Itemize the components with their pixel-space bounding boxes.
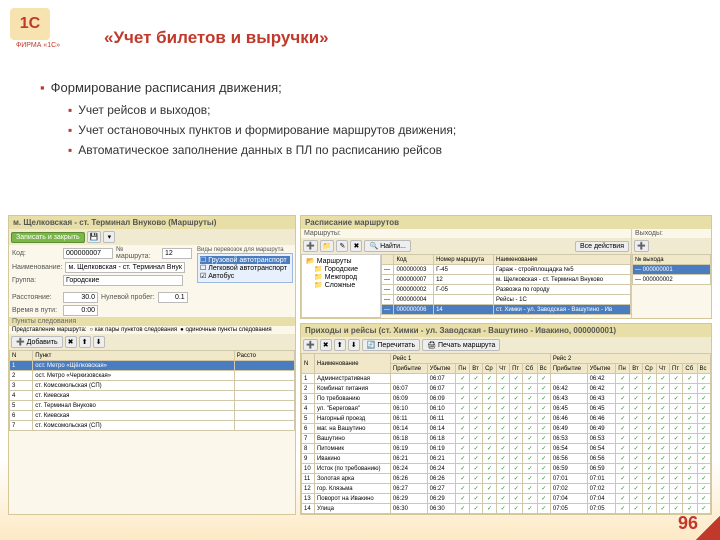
routes-table[interactable]: КодНомер маршрутаНаименование —000000003… — [381, 254, 631, 315]
edit-icon[interactable]: ✎ — [336, 240, 348, 252]
page-title: «Учет билетов и выручки» — [104, 28, 329, 48]
table-row[interactable]: 2ост. Метро «Черкизовская» — [10, 371, 295, 381]
table-row[interactable]: 11Золотая арка06:2606:26✓✓✓✓✓✓✓07:0107:0… — [302, 474, 711, 484]
table-row[interactable]: 3ст. Комсомольская (СП) — [10, 381, 295, 391]
exits-panel: Выходы: ➕ № выхода — 000000001— 00000000… — [631, 229, 711, 318]
table-row[interactable]: —000000002Г-05Развозка по городу — [382, 285, 631, 295]
route-tree[interactable]: 📂Маршруты 📁Городские📁Межгород📁Сложные — [301, 254, 381, 318]
add-button[interactable]: ➕ Добавить — [11, 336, 63, 348]
down-trip-icon[interactable]: ⬇ — [348, 339, 360, 351]
add-exit-icon[interactable]: ➕ — [634, 240, 649, 252]
table-row[interactable]: —000000004Рейсы - 1С — [382, 295, 631, 305]
exits-label: Выходы: — [635, 230, 683, 237]
logo-text: ФИРМА «1С» — [10, 42, 66, 49]
nul-label: Нулевой пробег: — [101, 294, 155, 301]
table-row[interactable]: 5Нагорный проезд06:1106:11✓✓✓✓✓✓✓06:4606… — [302, 414, 711, 424]
logo-icon: 1С — [10, 8, 50, 40]
table-row[interactable]: 1Административная06:07✓✓✓✓✓✓✓06:42✓✓✓✓✓✓… — [302, 374, 711, 384]
table-row[interactable]: — 000000001 — [633, 265, 711, 275]
logo: 1С ФИРМА «1С» — [10, 8, 66, 56]
table-row[interactable]: —00000000614ст. Химки - ул. Заводская - … — [382, 305, 631, 315]
table-row[interactable]: 9Ивакино06:2106:21✓✓✓✓✓✓✓06:5606:56✓✓✓✓✓… — [302, 454, 711, 464]
bullet-list: ▪Формирование расписания движения; ▪Учет… — [40, 80, 690, 163]
more-icon[interactable]: ▾ — [103, 231, 115, 243]
table-row[interactable]: 6ст. Киевская — [10, 411, 295, 421]
routenum-label: № маршрута: — [116, 246, 159, 260]
vehicle-option[interactable]: ☐ Грузовой автотранспорт — [200, 256, 290, 264]
find-button[interactable]: 🔍 Найти... — [364, 240, 410, 252]
table-row[interactable]: 8Питомник06:1906:19✓✓✓✓✓✓✓06:5406:54✓✓✓✓… — [302, 444, 711, 454]
page-number: 96 — [678, 513, 698, 534]
routes-label: Маршруты: — [304, 230, 352, 237]
dist-label: Расстояние: — [12, 294, 60, 301]
table-row[interactable]: 1ост. Метро «Щёлковская» — [10, 361, 295, 371]
table-row[interactable]: 7Вашутино06:1806:18✓✓✓✓✓✓✓06:5306:53✓✓✓✓… — [302, 434, 711, 444]
name-input[interactable] — [65, 262, 185, 273]
table-row[interactable]: 10Исток (по требованию)06:2406:24✓✓✓✓✓✓✓… — [302, 464, 711, 474]
route-edit-title: м. Щелковская - ст. Терминал Внуково (Ма… — [9, 216, 295, 229]
schedule-title: Расписание маршрутов — [301, 216, 711, 229]
vehicle-option[interactable]: ☐ Легковой автотранспорт — [200, 264, 290, 272]
table-row[interactable]: —00000000712м. Щелковская - ст. Терминал… — [382, 275, 631, 285]
trips-panel: Приходы и рейсы (ст. Химки - ул. Заводск… — [300, 323, 712, 515]
table-row[interactable]: 4ул. "Береговая"06:1006:10✓✓✓✓✓✓✓06:4506… — [302, 404, 711, 414]
down-icon[interactable]: ⬇ — [93, 336, 105, 348]
dist-input[interactable] — [63, 292, 98, 303]
bullet-2c: Автоматическое заполнение данных в ПЛ по… — [78, 143, 442, 157]
stops-header: Пункты следования — [9, 317, 295, 326]
repr-opt2[interactable]: ● одиночные пункты следования — [180, 327, 272, 333]
repr-opt1[interactable]: ○ как пары пунктов следования — [90, 327, 178, 333]
delete-route-icon[interactable]: ✖ — [350, 240, 362, 252]
tree-item[interactable]: 📁Городские — [304, 265, 378, 273]
table-row[interactable]: 14Улица06:3006:30✓✓✓✓✓✓✓07:0507:05✓✓✓✓✓✓… — [302, 504, 711, 514]
name-label: Наименование: — [12, 264, 62, 271]
trips-table[interactable]: NНаименованиеРейс 1Рейс 2ПрибытиеУбытиеП… — [301, 353, 711, 514]
table-row[interactable]: 3По требованию06:0906:09✓✓✓✓✓✓✓06:4306:4… — [302, 394, 711, 404]
tree-item[interactable]: 📁Сложные — [304, 281, 378, 289]
up-icon[interactable]: ⬆ — [79, 336, 91, 348]
group-input[interactable] — [63, 275, 183, 286]
bullet-2b: Учет остановочных пунктов и формирование… — [78, 123, 456, 137]
save-icon[interactable]: 💾 — [87, 231, 102, 243]
bullet-2a: Учет рейсов и выходов; — [78, 103, 210, 117]
tree-item[interactable]: 📁Межгород — [304, 273, 378, 281]
add-trip-icon[interactable]: ➕ — [303, 339, 318, 351]
corner-decoration — [696, 516, 720, 540]
save-close-button[interactable]: Записать и закрыть — [11, 232, 85, 243]
vehicle-option[interactable]: ☑ Автобус — [200, 272, 290, 280]
table-row[interactable]: 5ст. Терминал Внуково — [10, 401, 295, 411]
print-button[interactable]: 🖨 Печать маршрута — [422, 339, 500, 351]
code-label: Код: — [12, 250, 60, 257]
up-trip-icon[interactable]: ⬆ — [334, 339, 346, 351]
route-edit-panel: м. Щелковская - ст. Терминал Внуково (Ма… — [8, 215, 296, 515]
schedule-panel: Расписание маршрутов Маршруты: ➕ 📁 ✎ ✖ 🔍… — [300, 215, 712, 319]
table-row[interactable]: —000000003Г-45Гараж - стройплощадка №5 — [382, 265, 631, 275]
code-input[interactable] — [63, 248, 113, 259]
group-label: Группа: — [12, 277, 60, 284]
time-label: Время в пути: — [12, 307, 60, 314]
time-input[interactable] — [63, 305, 98, 316]
add-folder-icon[interactable]: 📁 — [320, 240, 335, 252]
exits-table[interactable]: № выхода — 000000001— 000000002 — [632, 254, 711, 285]
add-route-icon[interactable]: ➕ — [303, 240, 318, 252]
refresh-button[interactable]: 🔄 Перечитать — [362, 339, 420, 351]
table-row[interactable]: — 000000002 — [633, 275, 711, 285]
table-row[interactable]: 12гор. Клязьма06:2706:27✓✓✓✓✓✓✓07:0207:0… — [302, 484, 711, 494]
bullet-1: Формирование расписания движения; — [51, 80, 282, 95]
stops-table[interactable]: NПунктРассто 1ост. Метро «Щёлковская»2ос… — [9, 350, 295, 431]
del-trip-icon[interactable]: ✖ — [320, 339, 332, 351]
table-row[interactable]: 6маг. на Вашутино06:1406:14✓✓✓✓✓✓✓06:490… — [302, 424, 711, 434]
table-row[interactable]: 4ст. Киевская — [10, 391, 295, 401]
nul-input[interactable] — [158, 292, 188, 303]
repr-label: Представление маршрута: — [12, 327, 87, 333]
table-row[interactable]: 2Комбинат питания06:0706:07✓✓✓✓✓✓✓06:420… — [302, 384, 711, 394]
veh-label: Виды перевозок для маршрута — [197, 247, 293, 253]
table-row[interactable]: 13Поворот на Ивакино06:2906:29✓✓✓✓✓✓✓07:… — [302, 494, 711, 504]
vehicle-checklist[interactable]: ☐ Грузовой автотранспорт☐ Легковой автот… — [197, 253, 293, 283]
delete-icon[interactable]: ✖ — [65, 336, 77, 348]
routenum-input[interactable] — [162, 248, 192, 259]
trips-title: Приходы и рейсы (ст. Химки - ул. Заводск… — [301, 324, 711, 337]
table-row[interactable]: 7ст. Комсомольская (СП) — [10, 421, 295, 431]
all-actions-button[interactable]: Все действия — [575, 241, 629, 252]
